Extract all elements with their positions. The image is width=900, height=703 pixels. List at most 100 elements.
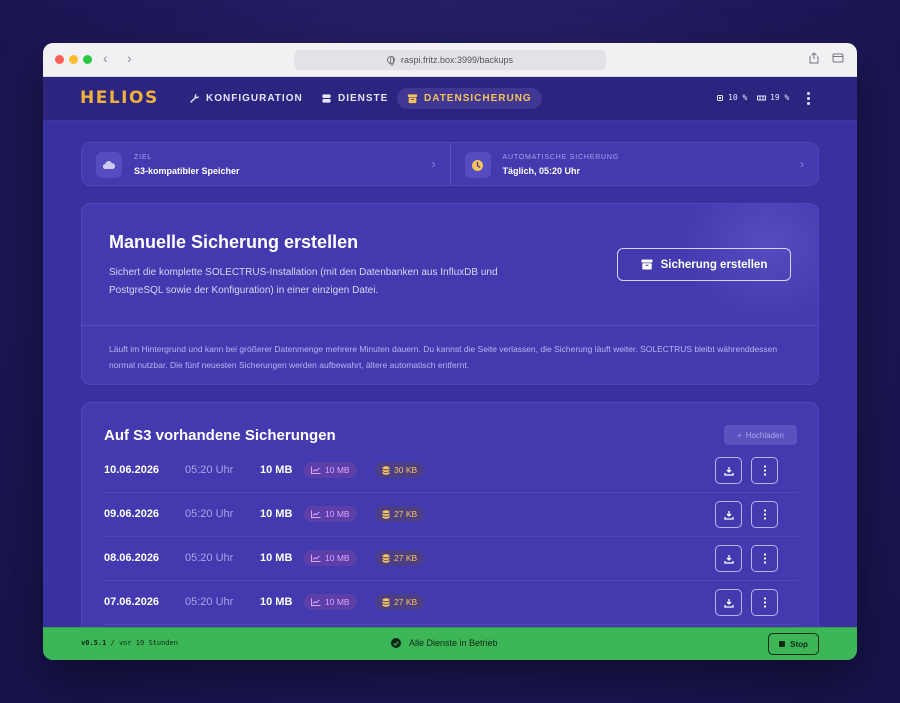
- backup-actions-button[interactable]: [751, 545, 778, 572]
- service-status-text: Alle Dienste in Betrieb: [409, 638, 498, 648]
- cpu-value: 10 %: [728, 93, 748, 102]
- database-icon: [382, 597, 390, 607]
- upload-button[interactable]: + Hochladen: [724, 425, 797, 445]
- uptime: / vor 19 Stunden: [110, 639, 178, 647]
- tab-overview-icon[interactable]: [832, 52, 844, 64]
- postgres-size-badge: 27 KB: [375, 506, 425, 522]
- minimize-window-button[interactable]: [69, 55, 78, 64]
- backup-date: 07.06.2026: [104, 596, 160, 608]
- chart-line-icon: [311, 466, 321, 474]
- service-status: Alle Dienste in Betrieb: [391, 638, 498, 648]
- nav-dienste-label: DIENSTE: [338, 93, 389, 104]
- status-footer: v0.5.1 / vor 19 Stunden Alle Dienste in …: [43, 627, 857, 660]
- backup-size: 10 MB: [260, 552, 293, 564]
- upload-label: Hochladen: [745, 430, 784, 440]
- manual-backup-title: Manuelle Sicherung erstellen: [109, 232, 359, 252]
- download-icon: [723, 510, 734, 520]
- memory-icon: [757, 95, 766, 100]
- more-vertical-icon: [763, 553, 766, 564]
- forward-arrow-icon[interactable]: ›: [127, 50, 132, 66]
- cpu-icon: [717, 94, 723, 101]
- nav-konfiguration-label: KONFIGURATION: [206, 93, 303, 104]
- globe-icon: [386, 56, 395, 66]
- influx-size-badge: 10 MB: [304, 462, 357, 478]
- create-backup-button[interactable]: Sicherung erstellen: [617, 248, 791, 281]
- share-icon[interactable]: [808, 52, 820, 64]
- check-circle-icon: [391, 638, 401, 648]
- nav-dienste[interactable]: DIENSTE: [311, 88, 398, 109]
- cloud-icon: [96, 152, 122, 178]
- download-backup-button[interactable]: [715, 545, 742, 572]
- backup-settings-cards: ZIEL S3-kompatibler Speicher › AUTOMATIS…: [81, 142, 819, 186]
- version-info: v0.5.1 / vor 19 Stunden: [81, 639, 178, 647]
- browser-window: ‹ › raspi.fritz.box:3999/backups HELIOS …: [43, 43, 857, 660]
- postgres-size-badge: 27 KB: [375, 594, 425, 610]
- wrench-icon: [190, 93, 200, 103]
- auto-backup-value: Täglich, 05:20 Uhr: [502, 166, 581, 176]
- postgres-size-badge: 27 KB: [375, 550, 425, 566]
- chevron-right-icon: ›: [800, 157, 804, 171]
- influx-size-badge: 10 MB: [304, 594, 357, 610]
- ziel-card[interactable]: ZIEL S3-kompatibler Speicher ›: [82, 143, 450, 185]
- table-row: 07.06.2026 05:20 Uhr 10 MB 10 MB 27 KB: [104, 581, 798, 625]
- backup-actions-button[interactable]: [751, 501, 778, 528]
- backup-time: 05:20 Uhr: [185, 464, 234, 476]
- backup-time: 05:20 Uhr: [185, 552, 234, 564]
- archive-icon: [407, 94, 418, 104]
- url-text: raspi.fritz.box:3999/backups: [400, 55, 514, 65]
- table-row: 09.06.2026 05:20 Uhr 10 MB 10 MB 27 KB: [104, 493, 798, 537]
- backup-size: 10 MB: [260, 508, 293, 520]
- auto-backup-card[interactable]: AUTOMATISCHE SICHERUNG Täglich, 05:20 Uh…: [449, 143, 819, 185]
- download-icon: [723, 598, 734, 608]
- backup-size: 10 MB: [260, 464, 293, 476]
- chart-line-icon: [311, 554, 321, 562]
- influx-size-badge: 10 MB: [304, 506, 357, 522]
- clock-icon: [464, 152, 491, 178]
- backup-actions-button[interactable]: [751, 457, 778, 484]
- backup-actions-button[interactable]: [751, 589, 778, 616]
- back-arrow-icon[interactable]: ‹: [103, 50, 108, 66]
- download-icon: [723, 466, 734, 476]
- database-icon: [382, 465, 390, 475]
- helios-logo[interactable]: HELIOS: [80, 88, 159, 108]
- backup-size: 10 MB: [260, 596, 293, 608]
- postgres-size-badge: 30 KB: [375, 462, 425, 478]
- close-window-button[interactable]: [55, 55, 64, 64]
- stop-button[interactable]: Stop: [768, 633, 819, 655]
- address-bar[interactable]: raspi.fritz.box:3999/backups: [294, 50, 606, 70]
- backup-date: 08.06.2026: [104, 552, 160, 564]
- more-menu-icon[interactable]: [804, 91, 812, 105]
- cpu-usage: 10 %: [716, 93, 747, 102]
- backups-table: 10.06.2026 05:20 Uhr 10 MB 10 MB 30 KB 0…: [104, 449, 798, 625]
- chart-line-icon: [311, 598, 321, 606]
- backup-time: 05:20 Uhr: [185, 508, 234, 520]
- nav-datensicherung-label: DATENSICHERUNG: [424, 93, 532, 104]
- chart-line-icon: [311, 510, 321, 518]
- stop-label: Stop: [790, 639, 808, 649]
- download-backup-button[interactable]: [715, 589, 742, 616]
- download-backup-button[interactable]: [715, 501, 742, 528]
- auto-backup-label: AUTOMATISCHE SICHERUNG: [502, 154, 620, 161]
- backups-list-card: Auf S3 vorhandene Sicherungen + Hochlade…: [81, 402, 819, 627]
- table-row: 08.06.2026 05:20 Uhr 10 MB 10 MB 27 KB: [104, 537, 798, 581]
- nav-datensicherung[interactable]: DATENSICHERUNG: [397, 88, 542, 109]
- database-icon: [382, 509, 390, 519]
- app-header: HELIOS KONFIGURATION DIENSTE DATENSICHER…: [43, 77, 857, 121]
- more-vertical-icon: [763, 509, 766, 520]
- main-content: ZIEL S3-kompatibler Speicher › AUTOMATIS…: [43, 122, 857, 627]
- stop-icon: [779, 641, 786, 647]
- more-vertical-icon: [763, 597, 766, 608]
- nav-konfiguration[interactable]: KONFIGURATION: [179, 88, 313, 109]
- memory-usage: 19 %: [757, 93, 789, 102]
- maximize-window-button[interactable]: [83, 55, 92, 64]
- browser-toolbar: ‹ › raspi.fritz.box:3999/backups: [43, 43, 857, 77]
- backup-date: 09.06.2026: [104, 508, 160, 520]
- database-icon: [382, 553, 390, 563]
- download-backup-button[interactable]: [715, 457, 742, 484]
- table-row: 10.06.2026 05:20 Uhr 10 MB 10 MB 30 KB: [104, 449, 798, 493]
- influx-size-badge: 10 MB: [304, 550, 357, 566]
- plus-icon: +: [737, 430, 742, 440]
- server-icon: [322, 94, 331, 103]
- backup-date: 10.06.2026: [104, 464, 160, 476]
- manual-backup-note: Läuft im Hintergrund und kann bei größer…: [109, 344, 778, 370]
